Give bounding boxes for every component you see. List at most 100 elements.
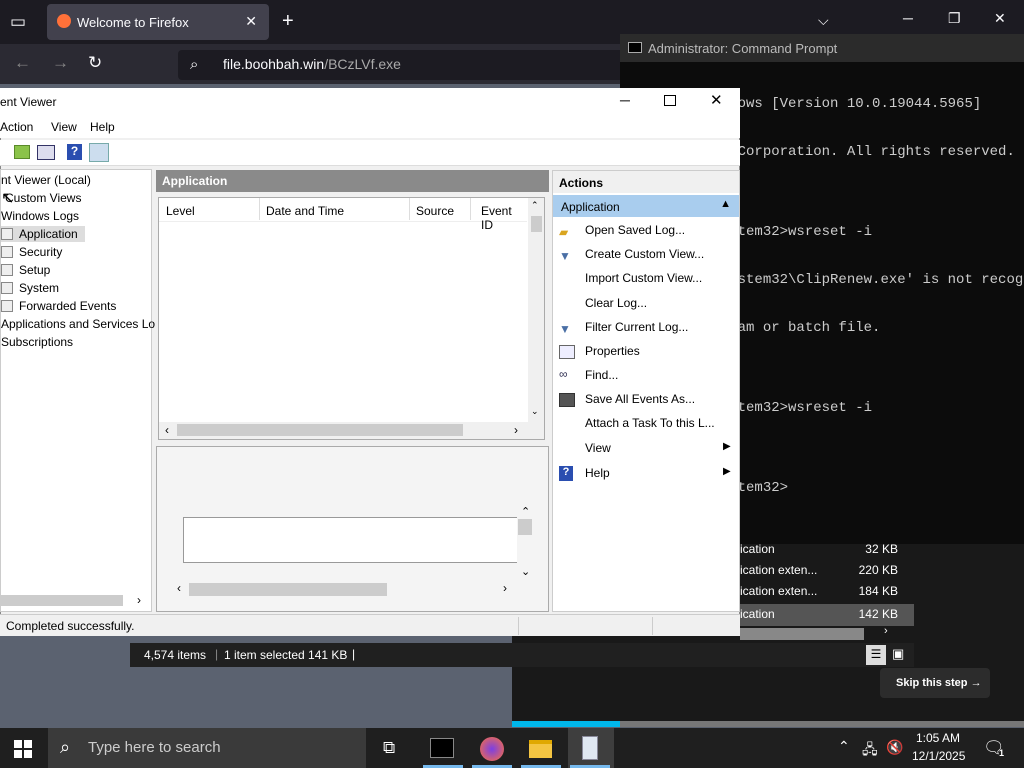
back-icon[interactable]: ← [14,53,31,73]
network-icon[interactable]: 🖧 [862,739,878,763]
restore-icon[interactable]: ❐ [948,10,961,27]
close-tab-icon[interactable]: ✕ [245,13,257,30]
url-bar[interactable]: ⌕ file.boohbah.win/BCzLVf.exe [178,50,628,80]
show-hide-action-pane-icon[interactable] [89,143,109,162]
tree-system[interactable]: System [19,281,59,295]
action-filter-current-log[interactable]: Filter Current Log... [585,320,688,334]
action-help[interactable]: Help [585,466,610,480]
action-save-all-events[interactable]: Save All Events As... [585,392,695,406]
detail-hscroll-thumb[interactable] [189,583,387,596]
scroll-right-icon[interactable]: › [884,625,888,637]
scroll-left-icon[interactable]: ‹ [177,581,181,595]
skip-step-button[interactable]: Skip this step → [880,668,990,698]
reload-icon[interactable]: ↻ [88,53,102,73]
events-grid[interactable]: Level Date and Time Source Event ID ⌃ ⌄ … [158,197,545,440]
taskbar-search[interactable]: ⌕ Type here to search [48,728,366,768]
chevron-up-icon[interactable]: ⌃ [838,738,850,755]
scroll-up-icon[interactable]: ⌃ [521,505,530,518]
menu-help[interactable]: Help [90,120,115,134]
grid-hscroll-thumb[interactable] [177,424,463,436]
scroll-left-icon[interactable]: ‹ [165,423,169,437]
collapse-icon[interactable]: ▲ [720,198,731,210]
scroll-up-icon[interactable]: ⌃ [531,200,539,211]
forward-icon[interactable]: → [52,53,69,73]
tree-subscriptions[interactable]: Subscriptions [1,335,73,349]
menu-view[interactable]: View [51,120,77,134]
windows-start-icon[interactable] [14,740,32,758]
close-icon[interactable]: ✕ [710,91,723,109]
tree-windows-logs[interactable]: Windows Logs [1,209,79,223]
col-divider [409,198,410,220]
actions-section-header[interactable]: Application ▲ [553,195,739,217]
action-create-custom-view[interactable]: Create Custom View... [585,247,704,261]
details-view-icon[interactable]: ☰ [866,645,886,665]
search-placeholder: Type here to search [88,739,221,756]
col-date[interactable]: Date and Time [266,204,344,218]
file-explorer-taskbar-icon[interactable] [529,740,552,758]
explorer-scrollbar-thumb[interactable] [740,628,864,640]
new-tab-icon[interactable]: + [282,10,294,33]
action-find[interactable]: Find... [585,368,618,382]
tree-application[interactable]: Application [19,227,78,241]
file-row[interactable]: ication exten... 184 KB [740,584,914,605]
scroll-right-icon[interactable]: › [503,581,507,595]
file-row[interactable]: ication 32 KB [740,542,914,563]
clock-date[interactable]: 12/1/2025 [912,749,965,763]
col-source[interactable]: Source [416,204,454,218]
tree-forwarded-events[interactable]: Forwarded Events [19,299,116,313]
properties-icon [559,345,575,359]
detail-vscroll-thumb[interactable] [518,519,532,535]
action-properties[interactable]: Properties [585,344,640,358]
skip-label: Skip this step [896,677,968,689]
progress-fill [512,721,620,727]
tree-setup[interactable]: Setup [19,263,50,277]
volume-muted-icon[interactable]: 🔇 [886,739,903,756]
task-view-icon[interactable]: ⧉ [383,738,395,758]
close-window-icon[interactable]: ✕ [994,10,1006,27]
minimize-icon[interactable]: ─ [903,10,913,26]
action-attach-task[interactable]: Attach a Task To this L... [585,416,715,430]
detail-textbox[interactable] [183,517,517,563]
tree-security[interactable]: Security [19,245,62,259]
tab-overview-icon[interactable]: ▭ [10,12,26,32]
event-viewer-taskbar-icon[interactable] [582,736,598,760]
maximize-icon[interactable] [664,95,676,106]
ev-status-text: Completed successfully. [6,619,135,633]
minimize-icon[interactable]: ─ [620,92,630,108]
console-tree: nt Viewer (Local) Custom Views Windows L… [0,169,155,612]
scroll-right-icon[interactable]: › [137,593,141,607]
up-folder-icon[interactable] [14,145,30,159]
col-event-id[interactable]: Event ID [481,204,527,232]
tiles-view-icon[interactable]: ▣ [892,646,904,662]
action-view[interactable]: View [585,441,611,455]
firefox-taskbar-icon[interactable] [480,737,504,761]
tree-custom-views[interactable]: Custom Views [5,191,81,205]
status-separator: | [352,647,356,661]
help-icon: ? [559,466,573,481]
scroll-right-icon[interactable]: › [514,423,518,437]
command-prompt-taskbar-icon[interactable] [430,738,454,758]
file-size: 220 KB [858,563,898,577]
menu-action[interactable]: Action [0,120,33,134]
action-open-saved-log[interactable]: Open Saved Log... [585,223,685,237]
scroll-down-icon[interactable]: ⌄ [531,406,539,417]
action-import-custom-view[interactable]: Import Custom View... [585,271,702,285]
col-level[interactable]: Level [166,204,195,218]
url-host: file.boohbah.win [223,56,325,72]
actions-title: Actions [553,171,739,193]
file-row[interactable]: ication exten... 220 KB [740,563,914,584]
help-icon[interactable]: ? [67,144,82,160]
clock-time[interactable]: 1:05 AM [916,731,960,745]
grid-vscroll-thumb[interactable] [531,216,542,232]
tree-apps-services[interactable]: Applications and Services Lo [1,317,155,331]
file-size: 142 KB [858,607,898,621]
action-clear-log[interactable]: Clear Log... [585,296,647,310]
scroll-down-icon[interactable]: ⌄ [521,565,530,578]
binoculars-icon: ∞ [559,367,568,381]
file-row-selected[interactable]: ication 142 KB [740,604,914,626]
firefox-tab[interactable]: Welcome to Firefox ✕ [47,4,269,40]
show-hide-tree-icon[interactable] [37,145,55,160]
tree-root[interactable]: nt Viewer (Local) [1,173,91,187]
tree-scrollbar-thumb[interactable] [1,595,123,606]
list-tabs-icon[interactable]: ⌵ [818,12,829,29]
